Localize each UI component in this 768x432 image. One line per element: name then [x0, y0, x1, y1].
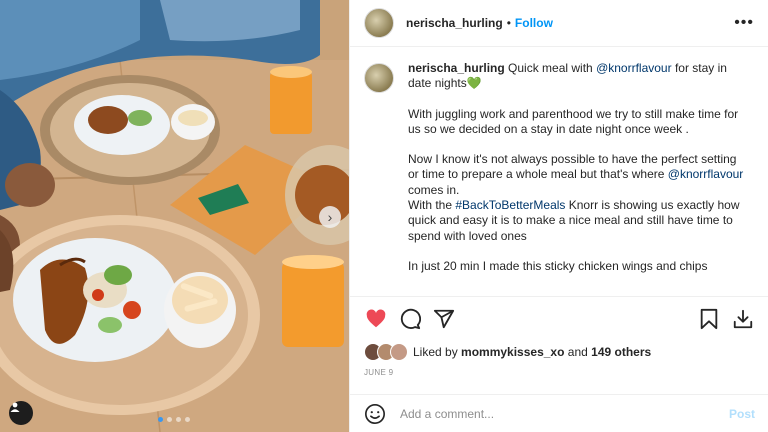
comment-input[interactable]: Add a comment...	[400, 407, 729, 421]
more-options-icon[interactable]: •••	[734, 14, 754, 32]
caption-para5: In just 20 min I made this sticky chicke…	[408, 258, 708, 273]
caption-avatar[interactable]	[364, 63, 394, 93]
carousel-next-button[interactable]: ›	[319, 206, 341, 228]
carousel-dot-2	[167, 417, 172, 422]
caption-para4a: With the	[408, 198, 456, 213]
liker-username[interactable]: mommykisses_xo	[461, 345, 564, 359]
heart-icon	[366, 308, 386, 327]
comment-icon	[400, 308, 421, 329]
carousel-dot-3	[176, 417, 181, 422]
post-actions-bar	[350, 296, 768, 340]
caption-username[interactable]: nerischa_hurling	[408, 61, 505, 75]
comment-button[interactable]	[398, 307, 422, 331]
carousel-indicator	[158, 417, 190, 422]
likes-prefix: Liked by	[413, 345, 462, 359]
post-header: nerischa_hurling • Follow •••	[350, 0, 768, 47]
emoji-icon[interactable]	[364, 403, 386, 425]
post-side-panel: nerischa_hurling • Follow ••• nerischa_h…	[349, 0, 768, 432]
post-photo[interactable]: ›	[0, 0, 349, 432]
food-photo-image	[0, 0, 349, 432]
caption-para3b: comes in.	[408, 182, 460, 197]
post-comment-button[interactable]: Post	[729, 407, 755, 421]
author-username[interactable]: nerischa_hurling	[406, 16, 503, 30]
download-button[interactable]	[731, 307, 755, 331]
post-date[interactable]: JUNE 9	[364, 368, 393, 377]
mention-knorrflavour[interactable]: @knorrflavour	[596, 61, 672, 75]
comment-bar: Add a comment... Post	[350, 394, 768, 432]
carousel-dot-4	[185, 417, 190, 422]
bookmark-icon	[700, 308, 718, 329]
follow-button[interactable]: Follow	[515, 16, 553, 30]
caption-text: nerischa_hurling Quick meal with @knorrf…	[408, 61, 746, 295]
author-avatar[interactable]	[364, 8, 394, 38]
caption-para2: With juggling work and parenthood we try…	[408, 106, 739, 136]
likes-summary: Liked by mommykisses_xo and 149 others	[364, 343, 651, 361]
user-tag-icon[interactable]	[9, 401, 33, 425]
share-button[interactable]	[432, 307, 456, 331]
likes-count[interactable]: 149 others	[591, 345, 651, 359]
download-icon	[733, 309, 753, 328]
save-button[interactable]	[697, 307, 721, 331]
hashtag-link[interactable]: #BackToBetterMeals	[455, 198, 565, 212]
caption-line1: Quick meal with	[504, 61, 597, 75]
green-heart-emoji: 💚	[466, 76, 482, 91]
header-separator: •	[506, 16, 511, 30]
liker-avatar	[390, 343, 408, 361]
instagram-post: › nerischa_hurling • Follow ••• nerischa…	[0, 0, 768, 432]
carousel-dot-1	[158, 417, 163, 422]
like-button[interactable]	[364, 307, 388, 331]
likes-middle: and	[564, 345, 592, 359]
post-caption: nerischa_hurling Quick meal with @knorrf…	[350, 47, 768, 295]
mention-knorrflavour-2[interactable]: @knorrflavour	[668, 167, 744, 181]
paper-plane-icon	[433, 309, 455, 328]
